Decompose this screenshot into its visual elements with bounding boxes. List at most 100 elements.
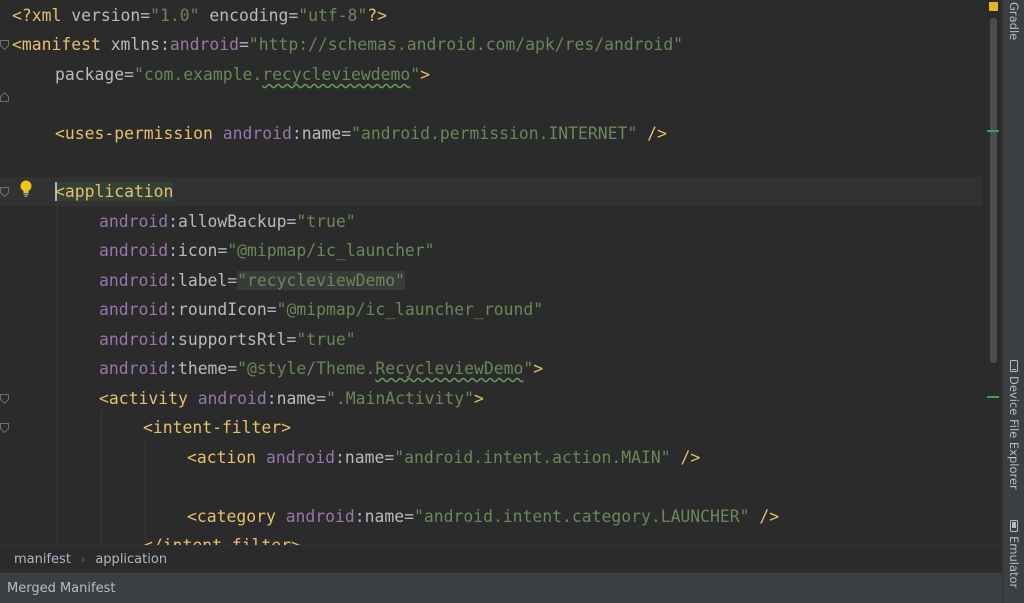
change-marker[interactable] [987,130,999,132]
tab-emulator[interactable]: Emulator [1003,520,1024,588]
tag-open: <activity [99,389,198,408]
equals: = [288,6,299,25]
attr-value: "true" [296,212,356,231]
fold-marker-icon[interactable] [0,423,9,433]
code-line-11[interactable]: android:roundIcon="@mipmap/ic_launcher_r… [0,295,982,324]
namespace: android [285,507,355,526]
attr-name: name [301,124,342,143]
equals: = [217,241,228,260]
code-editor[interactable]: <?xml version="1.0" encoding="utf-8"?> <… [0,0,982,545]
attr-name: theme [177,359,228,378]
tab-device-file-explorer[interactable]: Device File Explorer [1003,360,1024,490]
equals: = [341,124,352,143]
attr-name: roundIcon [177,300,267,319]
equals: = [227,271,238,290]
tag-close: /> [637,124,667,143]
namespace: android [197,389,267,408]
equals: = [238,35,249,54]
namespace: android [99,241,169,260]
fold-marker-icon[interactable] [0,40,9,50]
code-line-3[interactable]: package="com.example.recycleviewdemo"> [0,60,982,89]
tag-close: /> [749,507,780,526]
attr-name: version [71,6,141,25]
code-line-12[interactable]: android:supportsRtl="true" [0,325,982,354]
attr-name: name [344,448,385,467]
highlighted-attr-value: "recycleviewDemo" [237,271,405,290]
warning-marker-icon[interactable] [989,2,998,11]
colon: : [168,359,178,378]
colon: : [168,212,178,231]
code-line-5[interactable]: <uses-permission android:name="android.p… [0,119,982,148]
attr-name: label [177,271,228,290]
code-line-8[interactable]: android:allowBackup="true" [0,207,982,236]
attr-value: " [410,65,421,84]
device-icon [1008,360,1020,372]
editor-bottom-tabs: Merged Manifest [0,572,1002,603]
attr-value: "@mipmap/ic_launcher" [227,241,435,260]
fold-marker-icon[interactable] [0,394,9,404]
xml-decl-open: <?xml [12,6,72,25]
xml-decl-close: ?> [367,6,388,25]
breadcrumb-separator-icon: › [80,552,86,566]
attr-name: icon [177,241,218,260]
namespace: android [99,271,169,290]
equals: = [316,389,326,408]
code-line-9[interactable]: android:icon="@mipmap/ic_launcher" [0,236,982,265]
colon: : [168,330,178,349]
tab-device-file-explorer-label: Device File Explorer [1007,376,1021,490]
tag-open: <category [187,507,286,526]
tag-open: <action [187,448,266,467]
attr-value: "com.example. [133,65,263,84]
attr-value: "utf-8" [298,6,368,25]
typo-value: RecycleviewDemo [375,359,524,378]
code-line-14[interactable]: <activity android:name=".MainActivity"> [0,384,982,413]
fold-marker-icon[interactable] [0,92,9,102]
emulator-icon [1008,520,1020,532]
code-line-10[interactable]: android:label="recycleviewDemo" [0,266,982,295]
attr-name: allowBackup [177,212,287,231]
namespace: android [99,300,169,319]
code-line-15[interactable]: <intent-filter> [0,413,982,442]
tag-open: <application [55,182,174,201]
breadcrumb-item-manifest[interactable]: manifest [14,552,71,567]
colon: : [168,271,178,290]
equals: = [384,448,395,467]
code-line-13[interactable]: android:theme="@style/Theme.RecycleviewD… [0,354,982,383]
code-line-7[interactable]: <application [0,177,982,206]
equals: = [227,359,238,378]
colon: : [335,448,345,467]
attr-value: "1.0" [150,6,200,25]
namespace: android [222,124,292,143]
change-marker[interactable] [987,396,999,398]
equals: = [266,300,277,319]
attr-value: " [523,359,534,378]
attr-value: "@style/Theme. [237,359,376,378]
attr-value: ".MainActivity" [326,389,475,408]
tab-merged-manifest[interactable]: Merged Manifest [7,581,115,596]
namespace: android [99,330,169,349]
attr-name: name [276,389,317,408]
namespace: android [169,35,239,54]
tab-gradle[interactable]: Gradle [1003,2,1024,40]
code-line-18[interactable]: <category android:name="android.intent.c… [0,502,982,531]
namespace: android [99,359,169,378]
attr-value: "true" [296,330,356,349]
attr-name: supportsRtl [177,330,287,349]
breadcrumb-item-application[interactable]: application [95,552,167,567]
fold-marker-icon[interactable] [0,187,9,197]
code-line-2[interactable]: <manifest xmlns:android="http://schemas.… [0,30,982,59]
lightbulb-icon[interactable] [19,180,33,198]
attr-name: encoding [199,6,289,25]
scrollbar-thumb[interactable] [990,18,997,363]
equals: = [404,507,414,526]
colon: : [266,389,277,408]
tag-open: <intent-filter> [143,418,292,437]
equals: = [124,65,134,84]
code-line-19[interactable]: </intent-filter> [0,531,982,545]
code-line-1[interactable]: <?xml version="1.0" encoding="utf-8"?> [0,1,982,30]
attr-name: package [55,65,125,84]
equals: = [286,330,297,349]
editor-scrollbar[interactable] [982,0,1002,545]
right-tool-strip: Gradle Device File Explorer Emulator [1002,0,1024,603]
code-line-16[interactable]: <action android:name="android.intent.act… [0,443,982,472]
